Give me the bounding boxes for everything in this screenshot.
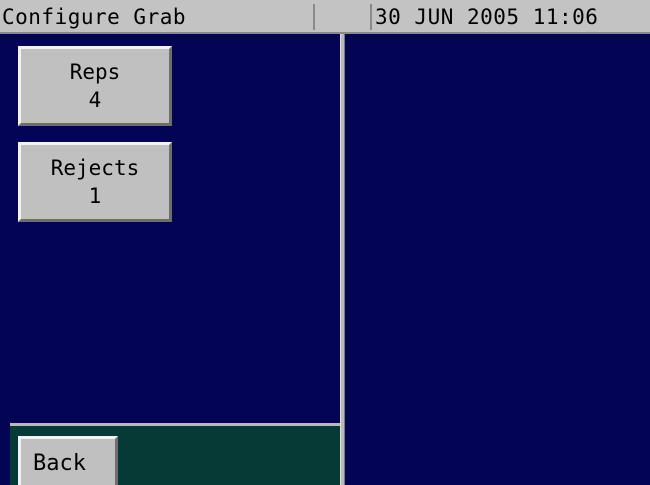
- rejects-button[interactable]: Rejects 1: [18, 142, 172, 222]
- bottom-bar: Back: [10, 423, 340, 485]
- title-separator: [313, 4, 315, 30]
- page-title: Configure Grab: [2, 5, 187, 29]
- reps-value: 4: [88, 88, 102, 112]
- title-separator: [370, 4, 372, 30]
- reps-button[interactable]: Reps 4: [18, 46, 172, 126]
- reps-label: Reps: [69, 60, 121, 84]
- rejects-label: Rejects: [50, 156, 140, 180]
- title-bar: Configure Grab 30 JUN 2005 11:06: [0, 0, 650, 34]
- configure-grab-screen: Configure Grab 30 JUN 2005 11:06 Reps 4 …: [0, 0, 650, 485]
- back-button[interactable]: Back: [18, 436, 118, 485]
- right-panel: [345, 34, 650, 485]
- datetime-display: 30 JUN 2005 11:06: [375, 5, 599, 29]
- back-label: Back: [33, 451, 86, 476]
- rejects-value: 1: [88, 184, 102, 208]
